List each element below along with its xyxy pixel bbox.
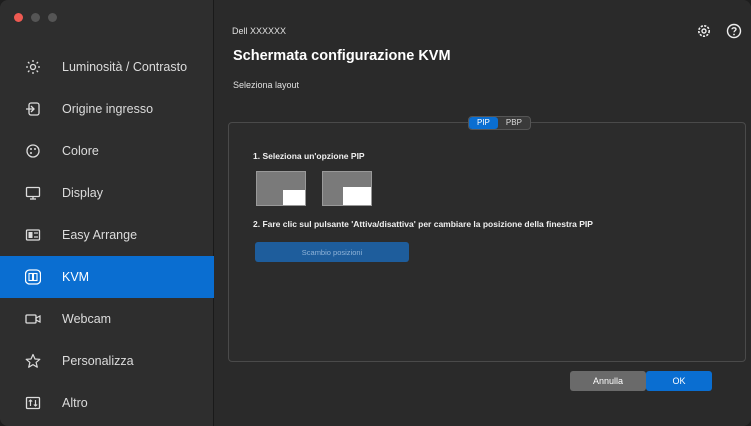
sidebar-nav: Luminosità / Contrasto Origine ingresso … (0, 46, 214, 424)
pip-options (256, 171, 372, 206)
help-button[interactable] (725, 22, 743, 40)
settings-button[interactable] (695, 22, 713, 40)
gear-icon (698, 25, 710, 37)
sidebar-item-label: Personalizza (62, 354, 134, 368)
layout-panel: PIP PBP 1. Seleziona un'opzione PIP 2. F… (228, 116, 746, 362)
easy-arrange-icon (24, 226, 42, 244)
sidebar-item-label: Luminosità / Contrasto (62, 60, 188, 74)
other-icon (24, 394, 42, 412)
monitor-model: Dell XXXXXX (232, 26, 287, 36)
sidebar-item-webcam[interactable]: Webcam (0, 298, 214, 340)
sidebar-item-label: Easy Arrange (62, 228, 138, 242)
sidebar-item-input-source[interactable]: Origine ingresso (0, 88, 214, 130)
sidebar-item-easy-arrange[interactable]: Easy Arrange (0, 214, 214, 256)
swap-positions-button[interactable]: Scambio posizioni (255, 242, 409, 262)
tab-pbp[interactable]: PBP (498, 117, 530, 129)
star-icon (24, 352, 42, 370)
sidebar-item-label: Origine ingresso (62, 102, 154, 116)
main-content: Dell XXXXXX Schermata configurazione KVM… (214, 0, 751, 426)
brightness-icon (24, 58, 42, 76)
sidebar-item-label: KVM (62, 270, 90, 284)
ok-button[interactable]: OK (646, 371, 712, 391)
webcam-icon (24, 310, 42, 328)
pip-window-preview (343, 187, 371, 205)
section-subtitle: Seleziona layout (233, 80, 300, 90)
sidebar: Luminosità / Contrasto Origine ingresso … (0, 0, 214, 426)
cancel-button[interactable]: Annulla (570, 371, 646, 391)
pip-option-small-bottom-right[interactable] (256, 171, 306, 206)
zoom-window-button[interactable] (48, 13, 57, 22)
sidebar-item-kvm[interactable]: KVM (0, 256, 214, 298)
sidebar-item-label: Display (62, 186, 103, 200)
color-icon (24, 142, 42, 160)
sidebar-item-color[interactable]: Colore (0, 130, 214, 172)
sidebar-item-brightness[interactable]: Luminosità / Contrasto (0, 46, 214, 88)
window-controls (14, 13, 57, 22)
header-actions (695, 22, 743, 40)
sidebar-item-personalize[interactable]: Personalizza (0, 340, 214, 382)
app-window: Luminosità / Contrasto Origine ingresso … (0, 0, 751, 426)
sidebar-item-label: Altro (62, 396, 88, 410)
pip-window-preview (283, 190, 305, 205)
sidebar-item-other[interactable]: Altro (0, 382, 214, 424)
display-icon (24, 184, 42, 202)
minimize-window-button[interactable] (31, 13, 40, 22)
sidebar-item-display[interactable]: Display (0, 172, 214, 214)
pip-option-large-bottom-right[interactable] (322, 171, 372, 206)
sidebar-item-label: Colore (62, 144, 99, 158)
step2-label: 2. Fare clic sul pulsante 'Attiva/disatt… (253, 219, 593, 229)
layout-segmented-control: PIP PBP (468, 116, 531, 130)
close-window-button[interactable] (14, 13, 23, 22)
sidebar-item-label: Webcam (62, 312, 112, 326)
step1-label: 1. Seleziona un'opzione PIP (253, 151, 365, 161)
input-source-icon (24, 100, 42, 118)
kvm-icon (24, 268, 42, 286)
help-icon (726, 23, 742, 39)
tab-pip[interactable]: PIP (469, 117, 498, 129)
page-title: Schermata configurazione KVM (233, 48, 451, 64)
